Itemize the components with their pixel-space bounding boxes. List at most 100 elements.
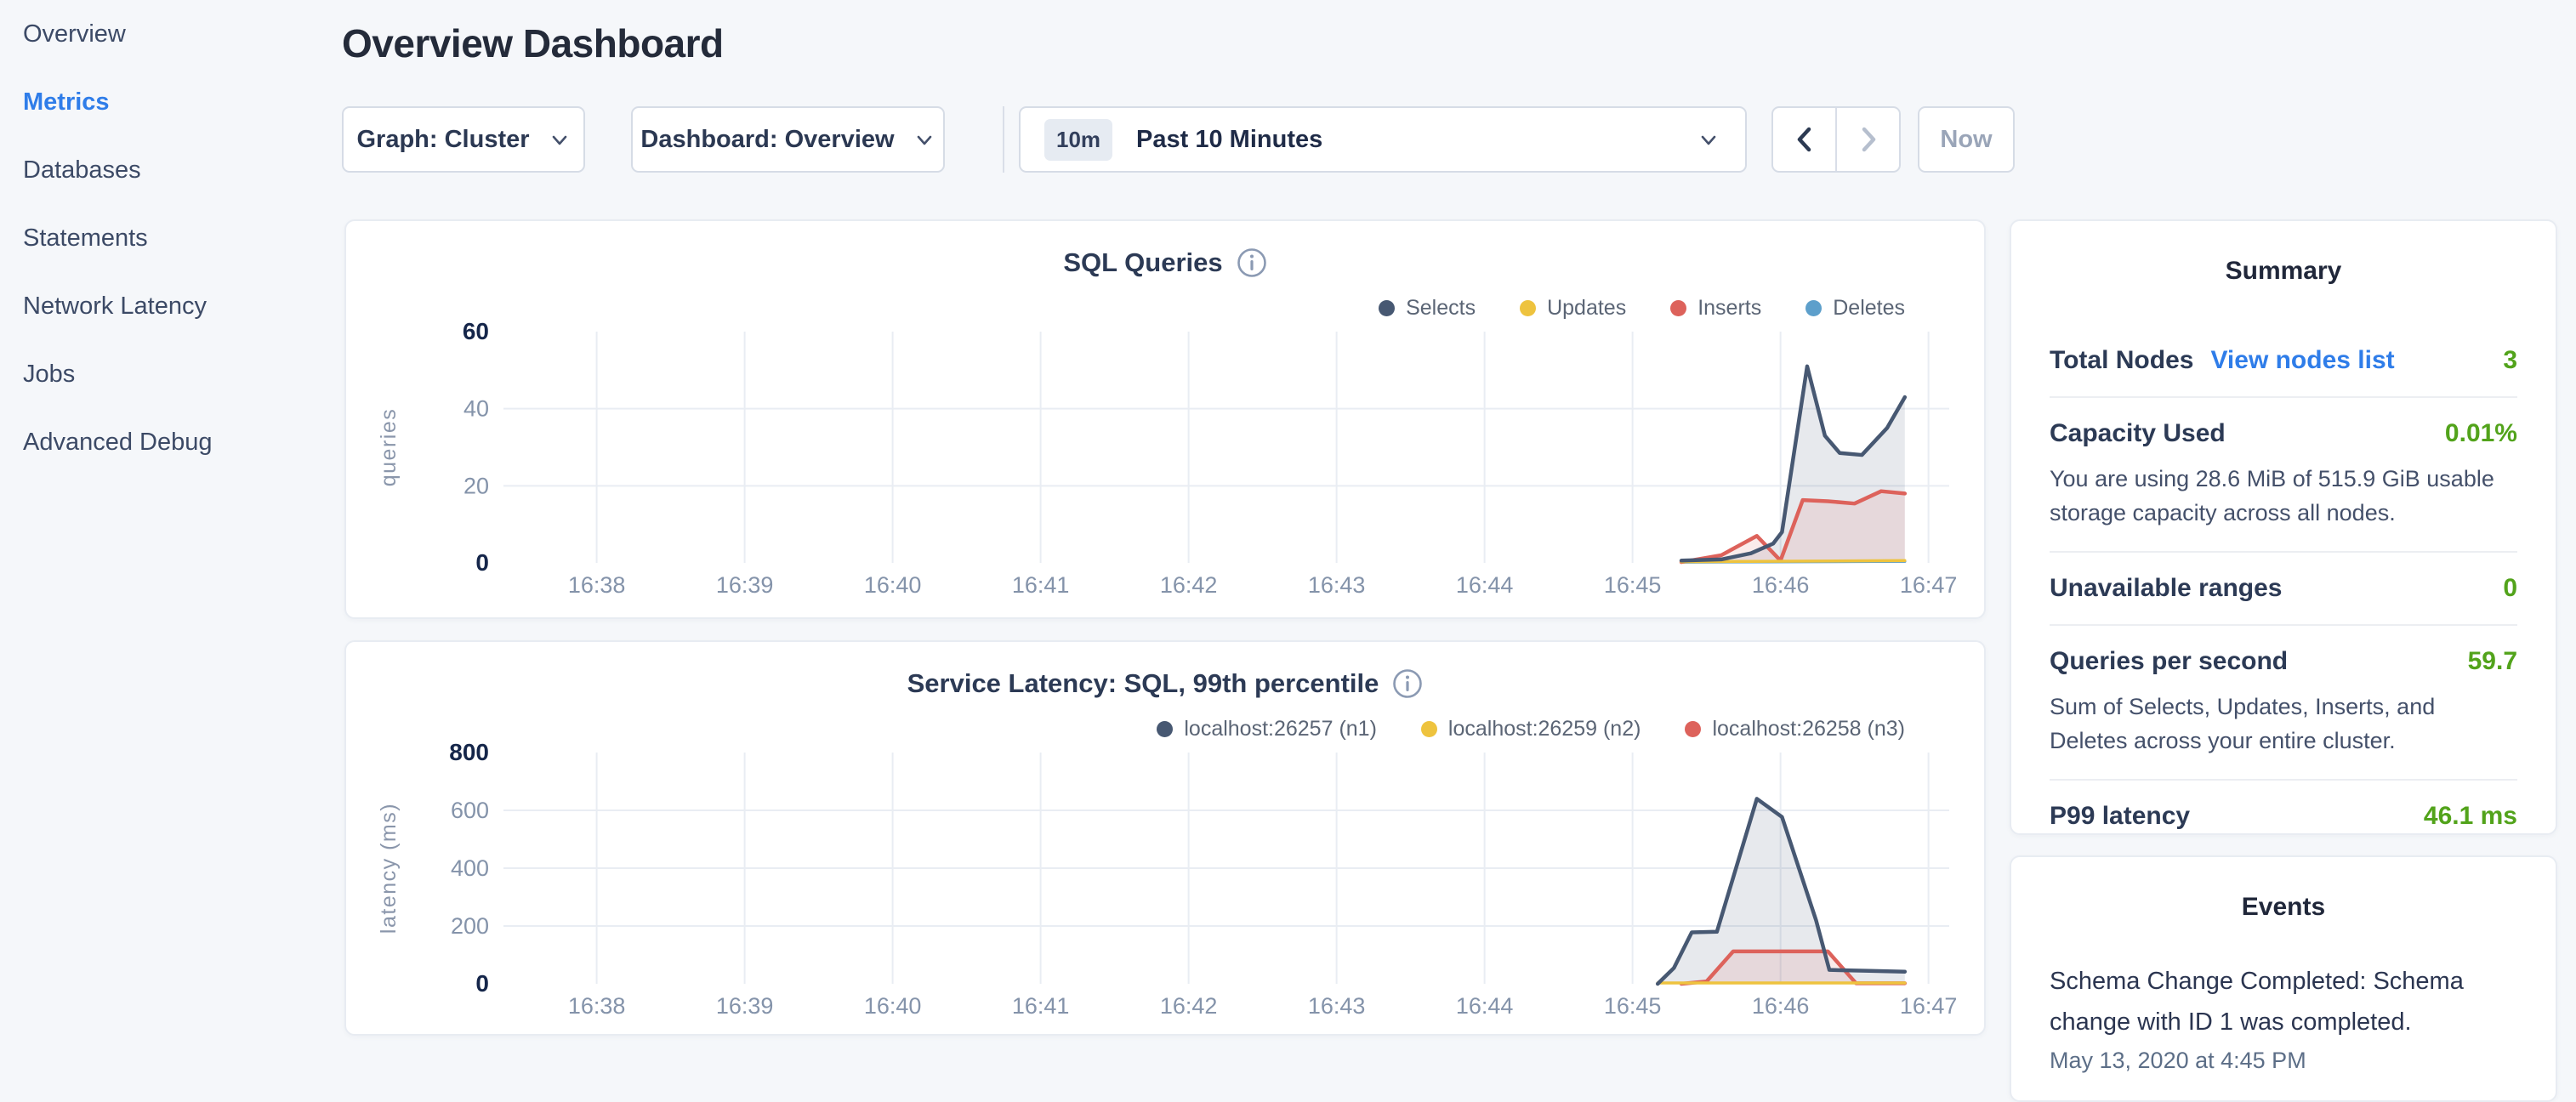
svg-text:200: 200 (451, 913, 489, 939)
svg-text:600: 600 (451, 798, 489, 823)
legend-dot-icon (1670, 300, 1686, 316)
legend-label: localhost:26257 (n1) (1184, 717, 1377, 741)
svg-text:400: 400 (451, 855, 489, 881)
info-icon[interactable] (1392, 668, 1423, 699)
svg-text:800: 800 (449, 740, 489, 765)
svg-text:16:46: 16:46 (1752, 572, 1810, 598)
summary-panel: Summary Total Nodes View nodes list 3 Ca… (2010, 219, 2557, 835)
summary-row-queries-per-second: Queries per second 59.7 Sum of Selects, … (2050, 624, 2517, 779)
legend-item[interactable]: Inserts (1670, 296, 1761, 321)
legend-dot-icon (1421, 721, 1437, 737)
legend-dot-icon (1520, 300, 1536, 316)
event-timestamp: May 13, 2020 at 4:45 PM (2050, 1048, 2517, 1074)
legend-item[interactable]: Deletes (1805, 296, 1905, 321)
svg-text:16:42: 16:42 (1160, 572, 1218, 598)
summary-label: Capacity Used (2050, 419, 2226, 448)
svg-text:40: 40 (463, 396, 489, 422)
now-button[interactable]: Now (1918, 106, 2015, 173)
chevron-down-icon (549, 128, 571, 151)
chevron-down-icon (913, 128, 935, 151)
service-latency-plot[interactable]: 16:3816:3916:4016:4116:4216:4316:4416:45… (346, 740, 1987, 1033)
svg-text:16:41: 16:41 (1012, 572, 1070, 598)
svg-text:16:43: 16:43 (1308, 572, 1366, 598)
service-latency-chart-card: Service Latency: SQL, 99th percentile lo… (344, 640, 1986, 1036)
page-title: Overview Dashboard (342, 20, 724, 66)
legend-item[interactable]: localhost:26258 (n3) (1685, 717, 1905, 741)
view-nodes-list-link[interactable]: View nodes list (2210, 346, 2394, 375)
sql-queries-plot[interactable]: 16:3816:3916:4016:4116:4216:4316:4416:45… (346, 319, 1987, 612)
summary-heading: Summary (2050, 257, 2517, 286)
svg-text:16:41: 16:41 (1012, 993, 1070, 1019)
svg-text:20: 20 (463, 473, 489, 498)
summary-label: Unavailable ranges (2050, 574, 2282, 603)
legend-label: Inserts (1697, 296, 1761, 321)
sidebar-item-databases[interactable]: Databases (23, 136, 321, 204)
summary-row-p99-latency: P99 latency 46.1 ms (2050, 779, 2517, 835)
legend-item[interactable]: localhost:26257 (n1) (1157, 717, 1377, 741)
time-range-label: Past 10 Minutes (1136, 126, 1322, 154)
legend-dot-icon (1379, 300, 1395, 316)
summary-subtext: You are using 28.6 MiB of 515.9 GiB usab… (2050, 462, 2517, 530)
svg-text:16:44: 16:44 (1456, 993, 1514, 1019)
events-heading: Events (2050, 893, 2517, 922)
graph-dropdown[interactable]: Graph: Cluster (342, 106, 585, 173)
sidebar-item-network-latency[interactable]: Network Latency (23, 272, 321, 340)
chevron-down-icon (1697, 128, 1720, 151)
sidebar-item-jobs[interactable]: Jobs (23, 340, 321, 408)
summary-row-capacity-used: Capacity Used 0.01% You are using 28.6 M… (2050, 396, 2517, 551)
legend-label: Selects (1406, 296, 1476, 321)
svg-text:60: 60 (463, 319, 489, 344)
toolbar-divider (1003, 106, 1004, 173)
previous-timeframe-button[interactable] (1773, 108, 1835, 171)
svg-text:0: 0 (475, 549, 489, 576)
sidebar-item-metrics[interactable]: Metrics (23, 68, 321, 136)
legend-item[interactable]: localhost:26259 (n2) (1421, 717, 1641, 741)
summary-value: 0 (2503, 574, 2517, 603)
sidebar-item-statements[interactable]: Statements (23, 204, 321, 272)
sidebar: OverviewMetricsDatabasesStatementsNetwor… (23, 0, 321, 476)
events-panel: Events Schema Change Completed: Schema c… (2010, 855, 2557, 1102)
svg-text:16:45: 16:45 (1604, 993, 1662, 1019)
svg-text:16:38: 16:38 (568, 993, 626, 1019)
summary-label: Queries per second (2050, 647, 2288, 676)
summary-value: 59.7 (2468, 647, 2517, 676)
legend-dot-icon (1685, 721, 1701, 737)
svg-text:0: 0 (475, 970, 489, 997)
graph-dropdown-label: Graph: Cluster (356, 126, 529, 154)
svg-text:16:40: 16:40 (864, 993, 922, 1019)
legend-label: localhost:26258 (n3) (1712, 717, 1905, 741)
summary-row-unavailable-ranges: Unavailable ranges 0 (2050, 551, 2517, 624)
info-icon[interactable] (1237, 247, 1267, 278)
summary-value: 3 (2503, 346, 2517, 375)
svg-text:latency (ms): latency (ms) (377, 803, 401, 934)
summary-subtext: Sum of Selects, Updates, Inserts, and De… (2050, 690, 2517, 758)
chart-title: SQL Queries (1063, 247, 1222, 278)
dashboard-dropdown-label: Dashboard: Overview (640, 126, 894, 154)
time-range-selector[interactable]: 10m Past 10 Minutes (1019, 106, 1747, 173)
legend-dot-icon (1157, 721, 1173, 737)
summary-value: 46.1 ms (2424, 802, 2517, 831)
next-timeframe-button[interactable] (1837, 108, 1899, 171)
chevron-right-icon (1856, 124, 1881, 155)
dashboard-dropdown[interactable]: Dashboard: Overview (631, 106, 945, 173)
svg-text:16:47: 16:47 (1900, 993, 1958, 1019)
sidebar-item-advanced-debug[interactable]: Advanced Debug (23, 408, 321, 476)
event-item: Schema Change Completed: Schema change w… (2050, 961, 2517, 1074)
time-pager (1771, 106, 1901, 173)
toolbar: Graph: Cluster Dashboard: Overview 10m P… (340, 106, 2024, 173)
chevron-left-icon (1792, 124, 1817, 155)
svg-text:16:39: 16:39 (716, 572, 774, 598)
summary-row-total-nodes: Total Nodes View nodes list 3 (2050, 325, 2517, 396)
legend-label: localhost:26259 (n2) (1448, 717, 1641, 741)
event-text: Schema Change Completed: Schema change w… (2050, 961, 2517, 1042)
svg-text:16:40: 16:40 (864, 572, 922, 598)
summary-label: P99 latency (2050, 802, 2190, 831)
svg-text:16:42: 16:42 (1160, 993, 1218, 1019)
sidebar-item-overview[interactable]: Overview (23, 0, 321, 68)
svg-text:queries: queries (377, 408, 401, 487)
legend-dot-icon (1805, 300, 1822, 316)
legend-item[interactable]: Selects (1379, 296, 1476, 321)
time-range-badge: 10m (1044, 119, 1112, 161)
legend-item[interactable]: Updates (1520, 296, 1626, 321)
svg-text:16:46: 16:46 (1752, 993, 1810, 1019)
